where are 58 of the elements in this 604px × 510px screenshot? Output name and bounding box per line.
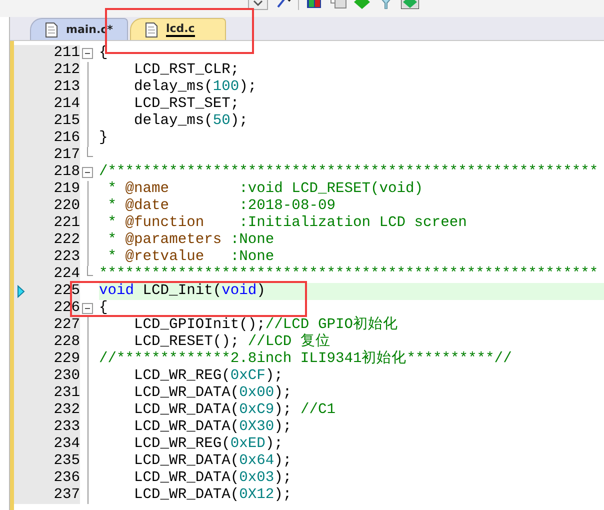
code-line: * @function :Initialization LCD screen [106, 215, 468, 232]
code-line: LCD_RESET(); //LCD 复位 [133, 334, 332, 351]
code-line: * @date :2018-08-09 [106, 198, 336, 215]
code-line: * @name :void LCD_RESET(void) [106, 181, 424, 198]
line-number: 217 [54, 147, 80, 164]
line-number: 213 [54, 79, 80, 96]
code-line: * @parameters :None [106, 232, 276, 249]
code-line: //*************2.8inch ILI9341初始化**********// [99, 351, 513, 368]
code-line: LCD_WR_DATA(0x00); [133, 385, 293, 402]
code-line: delay_ms(50); [133, 113, 249, 130]
line-number: 236 [54, 470, 80, 487]
code-line: * @retvalue :None [106, 249, 276, 266]
line-number: 219 [54, 181, 80, 198]
line-number: 230 [54, 368, 80, 385]
code-line: LCD_WR_DATA(0xC9); //C1 [133, 402, 336, 419]
line-number: 215 [54, 113, 80, 130]
code-line: { [99, 300, 109, 317]
line-number: 228 [54, 334, 80, 351]
line-number: 222 [54, 232, 80, 249]
line-number: 223 [54, 249, 80, 266]
line-number: 229 [54, 351, 80, 368]
code-line: LCD_WR_DATA(0x64); [133, 453, 293, 470]
file-tab[interactable]: lcd.c [130, 18, 226, 40]
code-line: LCD_RST_CLR; [133, 62, 240, 79]
line-number: 211 [54, 45, 80, 62]
line-number: 224 [54, 266, 80, 283]
line-number: 234 [54, 436, 80, 453]
line-number: 212 [54, 62, 80, 79]
code-line: LCD_WR_DATA(0X30); [133, 419, 293, 436]
line-number: 220 [54, 198, 80, 215]
code-line: LCD_GPIOInit();//LCD GPIO初始化 [133, 317, 399, 334]
collapse-icon[interactable] [82, 48, 93, 59]
code-line: /******************************************************** [99, 164, 600, 181]
line-number: 237 [54, 487, 80, 504]
collapse-icon[interactable] [82, 167, 93, 178]
line-number: 232 [54, 402, 80, 419]
code-line: LCD_WR_REG(0xED); [133, 436, 284, 453]
file-icon [144, 22, 158, 38]
code-line: } [99, 130, 109, 147]
current-line-arrow-icon [17, 285, 25, 298]
collapse-icon[interactable] [82, 303, 93, 314]
caret-icon [253, 0, 263, 6]
line-number: 221 [54, 215, 80, 232]
line-number: 216 [54, 130, 80, 147]
line-number: 235 [54, 453, 80, 470]
line-number: 231 [54, 385, 80, 402]
file-icon [45, 22, 58, 38]
code-line: LCD_RST_SET; [133, 96, 240, 113]
line-number: 233 [54, 419, 80, 436]
dropdown-button[interactable] [248, 0, 268, 10]
line-number: 214 [54, 96, 80, 113]
line-number: 218 [54, 164, 80, 181]
code-line: delay_ms(100); [133, 79, 258, 96]
line-number: 227 [54, 317, 80, 334]
code-line: LCD_WR_DATA(0X12); [133, 487, 293, 504]
code-line: LCD_WR_DATA(0x03); [133, 470, 293, 487]
code-line: LCD_WR_REG(0xCF); [133, 368, 284, 385]
code-line: ********************************************************* [99, 266, 600, 283]
